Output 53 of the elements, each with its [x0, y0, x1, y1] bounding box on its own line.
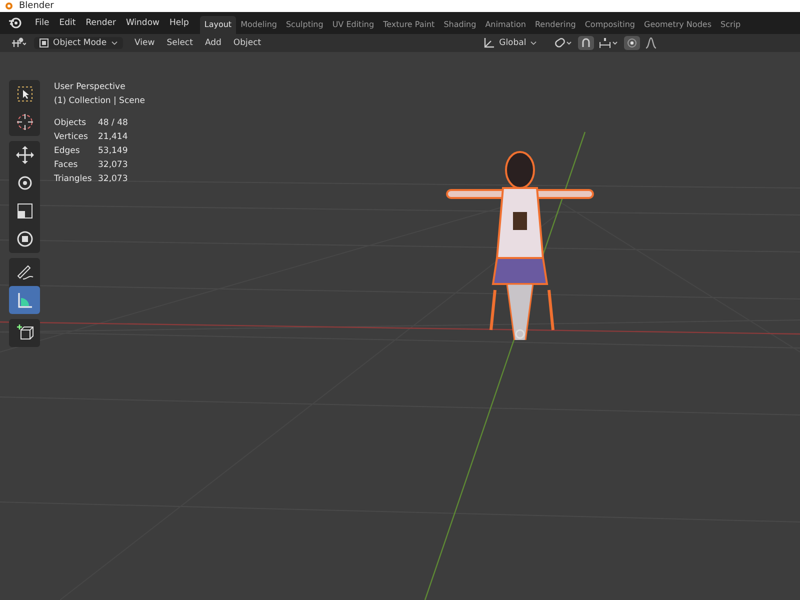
- workspace-tab[interactable]: Shading: [439, 16, 481, 34]
- workspace-tab[interactable]: Modeling: [236, 16, 282, 34]
- mode-dropdown[interactable]: Object Mode: [34, 37, 123, 49]
- scale-icon: [14, 201, 34, 221]
- workspace-tab[interactable]: Compositing: [580, 16, 640, 34]
- orientation-dropdown[interactable]: Global: [478, 36, 542, 50]
- editor-type-icon: [10, 37, 26, 49]
- workspace-tab[interactable]: Texture Paint: [378, 16, 440, 34]
- workspace-tab[interactable]: Sculpting: [281, 16, 328, 34]
- header-menu-item[interactable]: Select: [160, 38, 199, 48]
- menu-item[interactable]: Edit: [54, 18, 81, 28]
- target-circle-icon: [626, 37, 638, 49]
- menu-item[interactable]: Window: [120, 18, 164, 28]
- caret-icon: [530, 40, 538, 46]
- window-title: Blender: [19, 0, 54, 12]
- stat-label: Faces: [54, 159, 79, 172]
- transform-icon: [14, 229, 34, 249]
- caret-icon: [110, 40, 118, 46]
- menu-item[interactable]: Render: [80, 18, 121, 28]
- stat-value: 32,073: [98, 159, 128, 172]
- stat-label: Vertices: [54, 131, 89, 144]
- stat-label: Edges: [54, 145, 81, 158]
- stat-label: Objects: [54, 117, 88, 130]
- link-icon: [553, 37, 574, 49]
- stat-value: 32,073: [98, 173, 128, 186]
- workspace-tab[interactable]: Scrip: [716, 16, 746, 34]
- object-mode-icon: [39, 38, 49, 48]
- move-icon: [14, 145, 34, 165]
- workspace-tab[interactable]: Rendering: [530, 16, 580, 34]
- workspace-tab[interactable]: UV Editing: [328, 16, 379, 34]
- workspace-tab[interactable]: Animation: [480, 16, 530, 34]
- stat-value: 48 / 48: [98, 117, 128, 130]
- proportional-editing-toggle[interactable]: [624, 36, 640, 50]
- measure-tool-button[interactable]: [9, 286, 40, 314]
- header-menu-item[interactable]: Object: [227, 38, 268, 48]
- collection-name: (1) Collection | Scene: [54, 95, 145, 108]
- workspace-tab[interactable]: Layout: [200, 16, 236, 34]
- magnet-icon: [580, 37, 592, 49]
- menu-item[interactable]: Help: [164, 18, 194, 28]
- select-icon: [14, 84, 34, 104]
- axes-icon: [483, 37, 496, 49]
- snap-increment-icon: [599, 37, 620, 49]
- view-name: User Perspective: [54, 81, 126, 94]
- menu-item[interactable]: File: [30, 18, 54, 28]
- stat-value: 21,414: [98, 131, 128, 144]
- header-menu-item[interactable]: View: [128, 38, 161, 48]
- stat-label: Triangles: [54, 173, 93, 186]
- snap-toggle[interactable]: [578, 36, 594, 50]
- stat-value: 53,149: [98, 145, 128, 158]
- workspace-tab[interactable]: Geometry Nodes: [640, 16, 716, 34]
- header-menu-item[interactable]: Add: [198, 38, 228, 48]
- cursor-icon: [14, 112, 34, 132]
- blender-logo-icon[interactable]: [8, 17, 22, 29]
